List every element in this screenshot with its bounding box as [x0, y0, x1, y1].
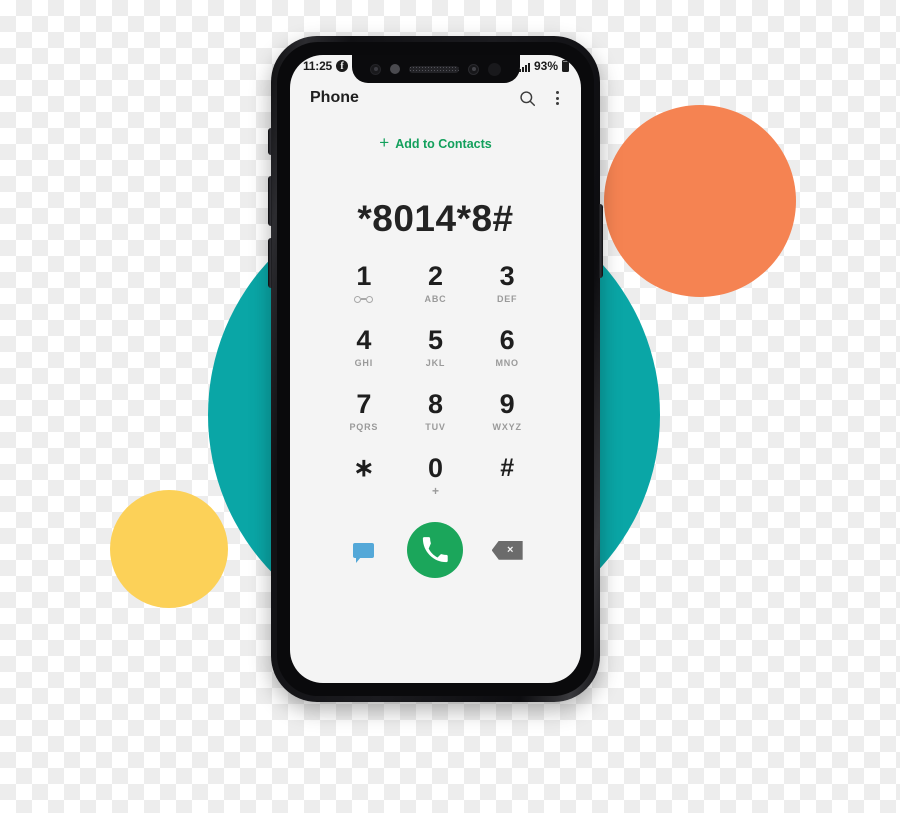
phone-screen: 11:25 f 93% Phone + Add to Contacts *801… — [290, 55, 581, 683]
dialpad-key-5-digit: 5 — [427, 325, 443, 356]
dialpad-key-7-sub: PQRS — [349, 422, 379, 433]
dialpad-key-2[interactable]: 2 ABC — [400, 262, 472, 316]
phone-frame: 11:25 f 93% Phone + Add to Contacts *801… — [268, 36, 603, 702]
dialpad-key-9-digit: 9 — [499, 389, 515, 420]
dialpad-key-7[interactable]: 7 PQRS — [328, 390, 400, 444]
add-to-contacts-button[interactable]: + Add to Contacts — [290, 133, 581, 153]
dialer-action-row: × — [290, 522, 581, 579]
dialpad-key-4-digit: 4 — [356, 325, 372, 356]
battery-percent-label: 93% — [533, 59, 558, 73]
volume-up-button[interactable] — [268, 176, 272, 226]
phone-bezel: 11:25 f 93% Phone + Add to Contacts *801… — [277, 42, 594, 696]
dialpad-key-6-digit: 6 — [499, 325, 515, 356]
status-bar-left: 11:25 f — [303, 59, 349, 73]
decorative-circle-yellow — [110, 490, 228, 608]
status-bar: 11:25 f 93% — [290, 55, 581, 77]
dialpad-key-8-sub: TUV — [425, 422, 446, 433]
dialpad-key-0[interactable]: 0 + — [400, 454, 472, 508]
dialpad-key-4[interactable]: 4 GHI — [328, 326, 400, 380]
dialpad-key-0-sub: + — [431, 484, 439, 499]
power-button[interactable] — [599, 204, 603, 278]
dialpad-key-9-sub: WXYZ — [492, 422, 522, 433]
dialpad-key-hash[interactable]: # — [471, 454, 543, 508]
dialpad-key-3[interactable]: 3 DEF — [471, 262, 543, 316]
dialpad-key-3-sub: DEF — [496, 294, 518, 305]
dialed-number-display[interactable]: *8014*8# — [290, 198, 581, 240]
dialpad-key-1-digit: 1 — [356, 261, 372, 292]
dialpad: 1 2 ABC 3 DEF 4 GHI 5 JKL 6 MNO 7 PQRS 8… — [290, 262, 581, 508]
message-icon[interactable] — [353, 542, 375, 563]
call-button[interactable] — [407, 522, 464, 579]
call-icon — [423, 537, 449, 563]
dialpad-key-3-digit: 3 — [499, 261, 515, 292]
dialpad-key-6-sub: MNO — [495, 358, 519, 369]
dialpad-key-star-digit: ∗ — [353, 454, 375, 483]
dialpad-key-7-digit: 7 — [356, 389, 372, 420]
status-bar-right: 93% — [518, 59, 569, 73]
facebook-notification-icon: f — [336, 60, 349, 72]
phone-device: 11:25 f 93% Phone + Add to Contacts *801… — [268, 36, 603, 702]
dialpad-key-8-digit: 8 — [427, 389, 443, 420]
search-icon[interactable] — [519, 90, 536, 107]
backspace-icon[interactable]: × — [491, 540, 523, 560]
dialpad-key-0-digit: 0 — [427, 453, 443, 484]
add-to-contacts-label: Add to Contacts — [395, 136, 492, 151]
header-actions — [519, 89, 563, 107]
volume-down-button[interactable] — [268, 238, 272, 288]
decorative-circle-orange — [604, 105, 796, 297]
page-title: Phone — [310, 89, 359, 107]
backspace-glyph: × — [506, 543, 514, 556]
battery-icon — [562, 60, 569, 72]
mute-switch-button[interactable] — [268, 128, 272, 155]
dialpad-key-6[interactable]: 6 MNO — [471, 326, 543, 380]
dialpad-key-8[interactable]: 8 TUV — [400, 390, 472, 444]
voicemail-icon — [354, 295, 374, 303]
dialpad-key-9[interactable]: 9 WXYZ — [471, 390, 543, 444]
dialpad-key-2-digit: 2 — [427, 261, 443, 292]
status-bar-time: 11:25 — [303, 59, 333, 73]
plus-icon: + — [379, 133, 390, 153]
dialpad-key-4-sub: GHI — [354, 358, 374, 369]
dialpad-key-2-sub: ABC — [424, 294, 447, 305]
dialpad-key-1-sub — [354, 294, 374, 305]
signal-bars-icon — [518, 61, 530, 72]
more-options-icon[interactable] — [552, 89, 563, 107]
dialpad-key-5-sub: JKL — [425, 358, 446, 369]
dialpad-key-hash-digit: # — [500, 454, 515, 483]
dialpad-key-1[interactable]: 1 — [328, 262, 400, 316]
dialpad-key-star[interactable]: ∗ — [328, 454, 400, 508]
dialpad-key-5[interactable]: 5 JKL — [400, 326, 472, 380]
